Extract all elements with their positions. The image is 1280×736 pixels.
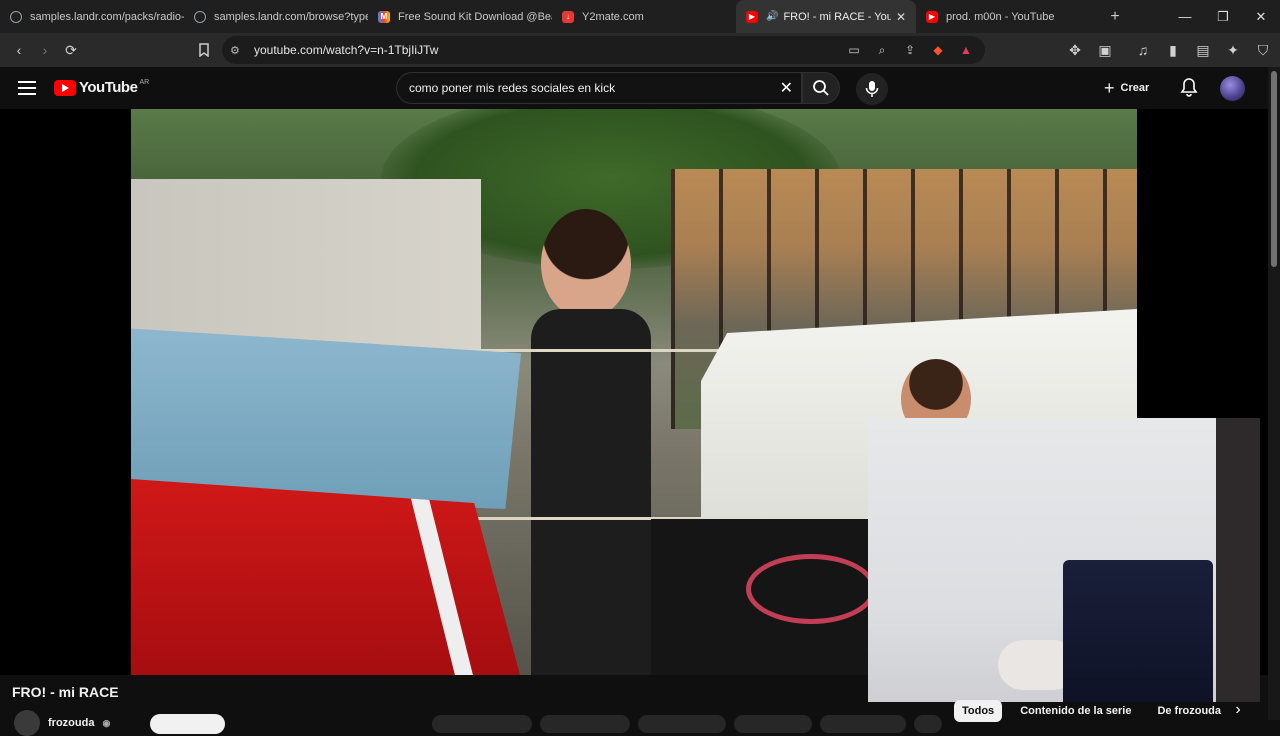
zoom-icon[interactable]: ⌕: [871, 43, 893, 58]
youtube-play-icon: [54, 79, 76, 96]
reading-list-icon[interactable]: ▣: [1092, 37, 1118, 63]
related-filter-chips: Todos Contenido de la serie De frozouda: [954, 700, 1229, 722]
video-scene-person: [511, 209, 671, 675]
video-player[interactable]: [0, 109, 1268, 702]
country-code: AR: [139, 79, 150, 86]
sidebar-icon[interactable]: ▮: [1160, 37, 1186, 63]
vpn-icon[interactable]: ⛉: [1250, 37, 1276, 63]
clip-button[interactable]: [638, 715, 726, 733]
video-scene-red-shorts: [131, 479, 521, 675]
brave-rewards-icon[interactable]: ▲: [955, 43, 977, 57]
browser-tab[interactable]: ↓ Y2mate.com: [552, 0, 736, 33]
browser-tab-active[interactable]: ▶ 🔊 FRO! - mi RACE - YouTube ✕: [736, 0, 916, 33]
tab-title: samples.landr.com/packs/radio-: [30, 10, 184, 23]
browser-toolbar: ‹ › ⟳ ⚙ youtube.com/watch?v=n-1TbjIiJTw …: [0, 33, 1280, 67]
channel-info[interactable]: frozouda ◉: [14, 710, 110, 736]
brave-shields-icon[interactable]: ◆: [927, 43, 949, 57]
tab-title: Y2mate.com: [582, 10, 644, 23]
reload-icon[interactable]: ⟳: [58, 37, 84, 63]
youtube-icon: ▶: [926, 10, 938, 23]
logo-text: YouTube: [79, 79, 138, 96]
clear-search-icon[interactable]: ✕: [780, 78, 793, 98]
hamburger-menu-icon[interactable]: [16, 77, 38, 99]
video-scene-black-tee: [651, 519, 876, 675]
create-label: Crear: [1120, 82, 1150, 94]
chip-series-content[interactable]: Contenido de la serie: [1012, 700, 1139, 722]
close-tab-icon[interactable]: ✕: [896, 10, 906, 24]
tab-title: Free Sound Kit Download @Beat: [398, 10, 552, 23]
page-scrollbar[interactable]: [1268, 67, 1280, 720]
download-icon: ↓: [562, 10, 574, 23]
webcam-overlay: [868, 418, 1260, 702]
browser-tab[interactable]: samples.landr.com/packs/radio-: [0, 0, 184, 33]
window-close-icon[interactable]: ✕: [1242, 0, 1280, 33]
channel-name[interactable]: frozouda: [48, 717, 94, 729]
youtube-icon: ▶: [746, 10, 758, 23]
browser-tab[interactable]: M Free Sound Kit Download @Beat: [368, 0, 552, 33]
globe-icon: [10, 10, 22, 23]
search-icon: [813, 80, 829, 96]
search-query: como poner mis redes sociales en kick: [409, 81, 616, 95]
forward-icon[interactable]: ›: [32, 37, 58, 63]
site-info-icon[interactable]: ⚙: [230, 44, 240, 57]
notifications-bell-icon[interactable]: [1180, 77, 1200, 99]
new-tab-button[interactable]: +: [1100, 8, 1130, 26]
like-dislike-button[interactable]: [432, 715, 532, 733]
scrollbar-thumb[interactable]: [1271, 71, 1277, 267]
browser-tab[interactable]: ▶ prod. m00n - YouTube: [916, 0, 1100, 33]
verified-icon: ◉: [102, 717, 111, 728]
channel-avatar[interactable]: [14, 710, 40, 736]
browser-tab-strip: samples.landr.com/packs/radio- samples.l…: [0, 0, 1280, 33]
media-icon[interactable]: ♫: [1130, 37, 1156, 63]
more-actions-button[interactable]: [914, 715, 942, 733]
gmail-icon: M: [378, 10, 390, 23]
voice-search-button[interactable]: [856, 73, 888, 105]
video-title: FRO! - mi RACE: [12, 684, 119, 700]
address-bar[interactable]: ⚙ youtube.com/watch?v=n-1TbjIiJTw ▭ ⌕ ⇪ …: [222, 36, 985, 64]
leo-ai-icon[interactable]: ✦: [1220, 37, 1246, 63]
chip-all[interactable]: Todos: [954, 700, 1003, 722]
download-button[interactable]: [820, 715, 906, 733]
chip-from-channel[interactable]: De frozouda: [1149, 700, 1229, 722]
plus-icon: +: [1104, 77, 1115, 98]
cast-icon[interactable]: ▭: [843, 43, 865, 57]
youtube-header: YouTube AR como poner mis redes sociales…: [0, 67, 1280, 109]
create-button[interactable]: + Crear: [1104, 76, 1149, 100]
wallet-icon[interactable]: ▤: [1190, 37, 1216, 63]
share-icon[interactable]: ⇪: [899, 43, 921, 57]
restore-icon[interactable]: ❐: [1204, 0, 1242, 33]
extensions-icon[interactable]: ✥: [1062, 37, 1088, 63]
user-avatar[interactable]: [1220, 76, 1245, 101]
search-button[interactable]: [802, 72, 840, 104]
share-button[interactable]: [540, 715, 630, 733]
speaker-icon[interactable]: 🔊: [766, 11, 778, 22]
microphone-icon: [865, 81, 879, 97]
tab-title: samples.landr.com/browse?type: [214, 10, 368, 23]
tab-title: prod. m00n - YouTube: [946, 10, 1055, 23]
globe-icon: [194, 10, 206, 23]
chevron-right-icon[interactable]: ›: [1228, 701, 1248, 721]
browser-tab[interactable]: samples.landr.com/browse?type: [184, 0, 368, 33]
back-icon[interactable]: ‹: [6, 37, 32, 63]
youtube-logo[interactable]: YouTube AR: [54, 79, 149, 96]
bookmark-icon[interactable]: [191, 37, 217, 63]
search-input[interactable]: como poner mis redes sociales en kick ✕: [396, 72, 802, 104]
minimize-icon[interactable]: —: [1166, 0, 1204, 33]
url-text: youtube.com/watch?v=n-1TbjIiJTw: [254, 43, 439, 57]
subscribe-button[interactable]: [150, 714, 225, 734]
tab-title: FRO! - mi RACE - YouTube: [783, 10, 892, 23]
save-button[interactable]: [734, 715, 812, 733]
